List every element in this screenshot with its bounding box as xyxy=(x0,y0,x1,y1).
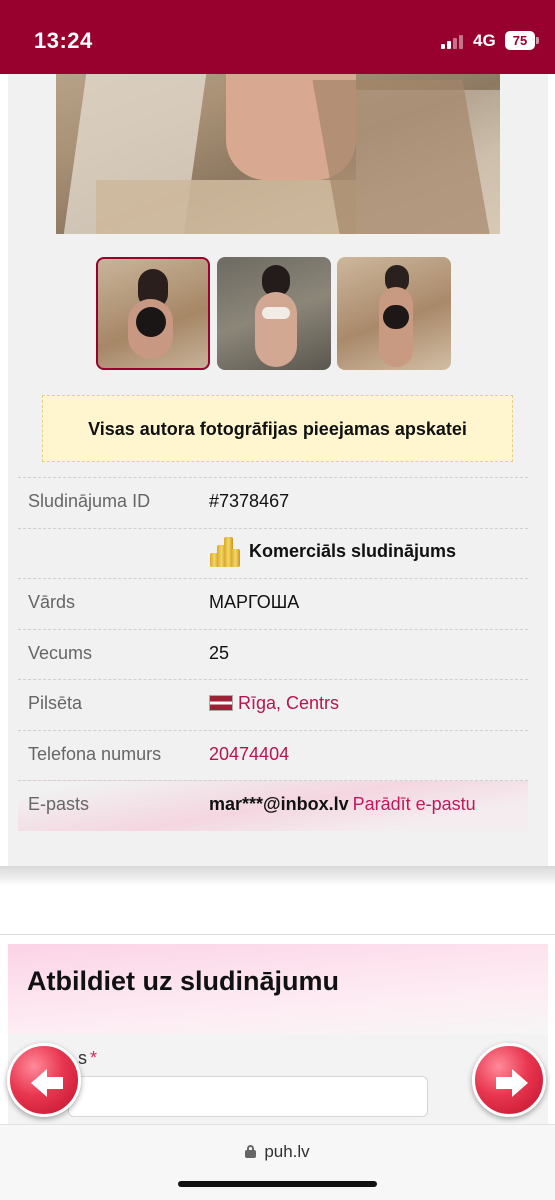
section-divider xyxy=(0,934,555,935)
required-mark: * xyxy=(90,1048,98,1068)
name-value: МАРГОША xyxy=(209,592,300,612)
city-label: Pilsēta xyxy=(28,693,83,713)
previous-listing-button[interactable] xyxy=(7,1043,81,1117)
age-label: Vecums xyxy=(28,642,93,663)
photos-notice: Visas autora fotogrāfijas pieejamas apsk… xyxy=(42,395,513,462)
reply-title: Atbildiet uz sludinājumu xyxy=(27,966,339,996)
browser-address-bar[interactable]: puh.lv xyxy=(0,1124,555,1200)
name-label: Vārds xyxy=(28,592,76,612)
card-shadow xyxy=(0,866,555,886)
main-photo[interactable] xyxy=(56,60,500,234)
reply-field-label: s * xyxy=(78,1048,97,1069)
thumbnail-strip xyxy=(96,257,456,371)
city-value: Rīga, Centrs xyxy=(238,693,340,713)
status-bar: 13:24 4G 75 xyxy=(0,0,555,74)
url-text: puh.lv xyxy=(264,1142,310,1161)
commercial-label: Komerciāls sludinājums xyxy=(249,541,457,561)
home-indicator[interactable] xyxy=(178,1181,377,1187)
email-container: mar***@inbox.lv Parādīt e-pastu xyxy=(209,794,476,815)
thumbnail-1[interactable] xyxy=(96,257,210,370)
url-display[interactable]: puh.lv xyxy=(0,1142,555,1162)
commercial-badge: Komerciāls sludinājums xyxy=(209,536,457,567)
battery-icon: 75 xyxy=(505,31,535,50)
show-email-link[interactable]: Parādīt e-pastu xyxy=(353,794,476,814)
reply-section: Atbildiet uz sludinājumu s * xyxy=(8,944,548,1124)
row-listing-id: Sludinājuma ID #7378467 xyxy=(18,477,528,528)
signal-icon xyxy=(441,33,467,49)
thumbnail-2[interactable] xyxy=(217,257,331,370)
status-time: 13:24 xyxy=(34,28,93,53)
row-city: Pilsēta Rīga, Centrs xyxy=(18,679,528,730)
row-commercial: Komerciāls sludinājums xyxy=(18,527,528,579)
reply-field-label-text: s xyxy=(78,1048,87,1068)
city-link[interactable]: Rīga, Centrs xyxy=(209,693,339,714)
arrow-right-icon xyxy=(496,1069,528,1097)
battery-tip xyxy=(536,37,539,44)
phone-link[interactable]: 20474404 xyxy=(209,744,289,765)
row-email: E-pasts mar***@inbox.lv Parādīt e-pastu xyxy=(18,780,528,831)
lock-icon xyxy=(245,1145,257,1158)
listing-id-value: #7378467 xyxy=(209,491,290,511)
listing-id-label: Sludinājuma ID xyxy=(28,491,151,511)
details-table: Sludinājuma ID #7378467 Komerciāls sludi… xyxy=(18,477,528,831)
email-label: E-pasts xyxy=(28,794,90,814)
network-type: 4G xyxy=(473,31,496,50)
row-name: Vārds МАРГОША xyxy=(18,578,528,629)
row-age: Vecums 25 xyxy=(18,628,528,680)
thumbnail-3[interactable] xyxy=(337,257,451,370)
email-value: mar***@inbox.lv xyxy=(209,794,349,814)
age-value: 25 xyxy=(209,642,230,663)
reply-header: Atbildiet uz sludinājumu xyxy=(8,944,548,1034)
coins-icon xyxy=(209,536,241,567)
arrow-left-icon xyxy=(31,1069,63,1097)
reply-name-input[interactable] xyxy=(68,1076,428,1117)
next-listing-button[interactable] xyxy=(472,1043,546,1117)
row-phone: Telefona numurs 20474404 xyxy=(18,729,528,781)
latvia-flag-icon xyxy=(209,695,233,711)
phone-label: Telefona numurs xyxy=(28,743,162,764)
